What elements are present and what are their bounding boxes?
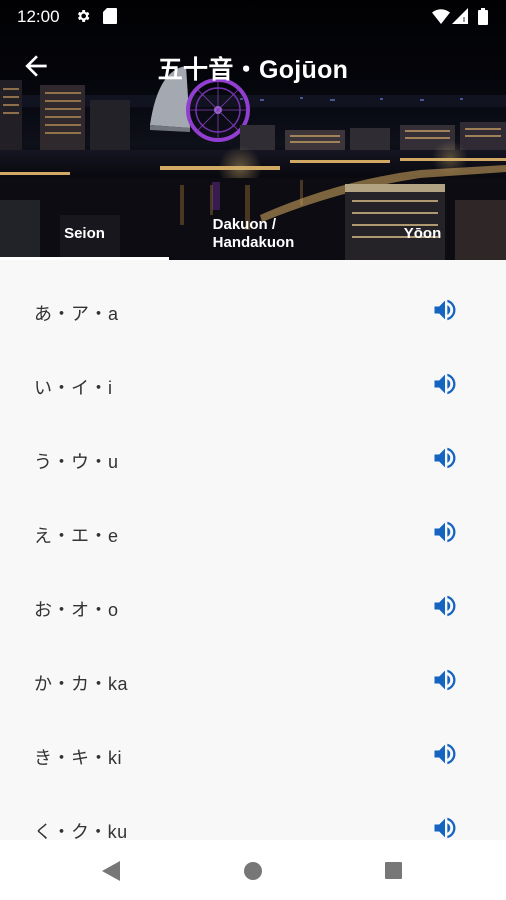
tab-label-line2: Handakuon — [212, 233, 295, 251]
speaker-icon[interactable] — [431, 518, 459, 546]
kana-text: き・キ・ki — [34, 748, 122, 768]
speaker-icon[interactable] — [431, 370, 459, 398]
list-item[interactable]: か・カ・ka — [0, 642, 506, 716]
nav-recents-icon[interactable] — [385, 862, 402, 879]
tab-dakuon-handakuon[interactable]: Dakuon / Handakuon — [169, 207, 338, 260]
speaker-icon[interactable] — [431, 444, 459, 472]
kana-text: あ・ア・a — [34, 304, 119, 324]
header-banner: 12:00 五十音・Gojūon Seion Dakuon / Handakuo… — [0, 0, 506, 260]
tab-label-line1: Dakuon / — [212, 216, 276, 234]
gear-icon — [77, 10, 90, 22]
speaker-icon[interactable] — [431, 814, 459, 842]
tab-label: Yōon — [403, 224, 442, 242]
list-item[interactable]: あ・ア・a — [0, 272, 506, 346]
kana-text: い・イ・i — [34, 378, 113, 398]
tab-yoon[interactable]: Yōon — [338, 207, 506, 260]
tab-label: Seion — [64, 224, 105, 242]
list-item[interactable]: お・オ・o — [0, 568, 506, 642]
page-title: 五十音・Gojūon — [157, 56, 349, 84]
navigation-bar — [0, 840, 506, 900]
battery-icon — [478, 8, 488, 25]
list-item[interactable]: き・キ・ki — [0, 716, 506, 790]
kana-text: う・ウ・u — [34, 452, 119, 472]
speaker-icon[interactable] — [431, 740, 459, 768]
tab-bar: Seion Dakuon / Handakuon Yōon — [0, 207, 506, 260]
wifi-icon — [432, 9, 450, 24]
sd-card-icon — [103, 8, 117, 24]
kana-text: お・オ・o — [34, 600, 119, 620]
tab-seion[interactable]: Seion — [0, 207, 169, 260]
status-bar: 12:00 — [0, 0, 506, 32]
nav-home-icon[interactable] — [244, 862, 262, 880]
status-time: 12:00 — [17, 7, 60, 26]
kana-text: え・エ・e — [34, 526, 119, 546]
speaker-icon[interactable] — [431, 592, 459, 620]
list-item[interactable]: い・イ・i — [0, 346, 506, 420]
speaker-icon[interactable] — [431, 666, 459, 694]
list-item[interactable]: う・ウ・u — [0, 420, 506, 494]
signal-icon — [452, 8, 468, 24]
speaker-icon[interactable] — [431, 296, 459, 324]
list-item[interactable]: え・エ・e — [0, 494, 506, 568]
kana-list: あ・ア・a い・イ・i う・ウ・u え・エ・e お・オ・o か・カ・ka き・キ… — [0, 260, 506, 842]
nav-back-icon[interactable] — [102, 861, 120, 881]
kana-text: か・カ・ka — [34, 674, 129, 694]
